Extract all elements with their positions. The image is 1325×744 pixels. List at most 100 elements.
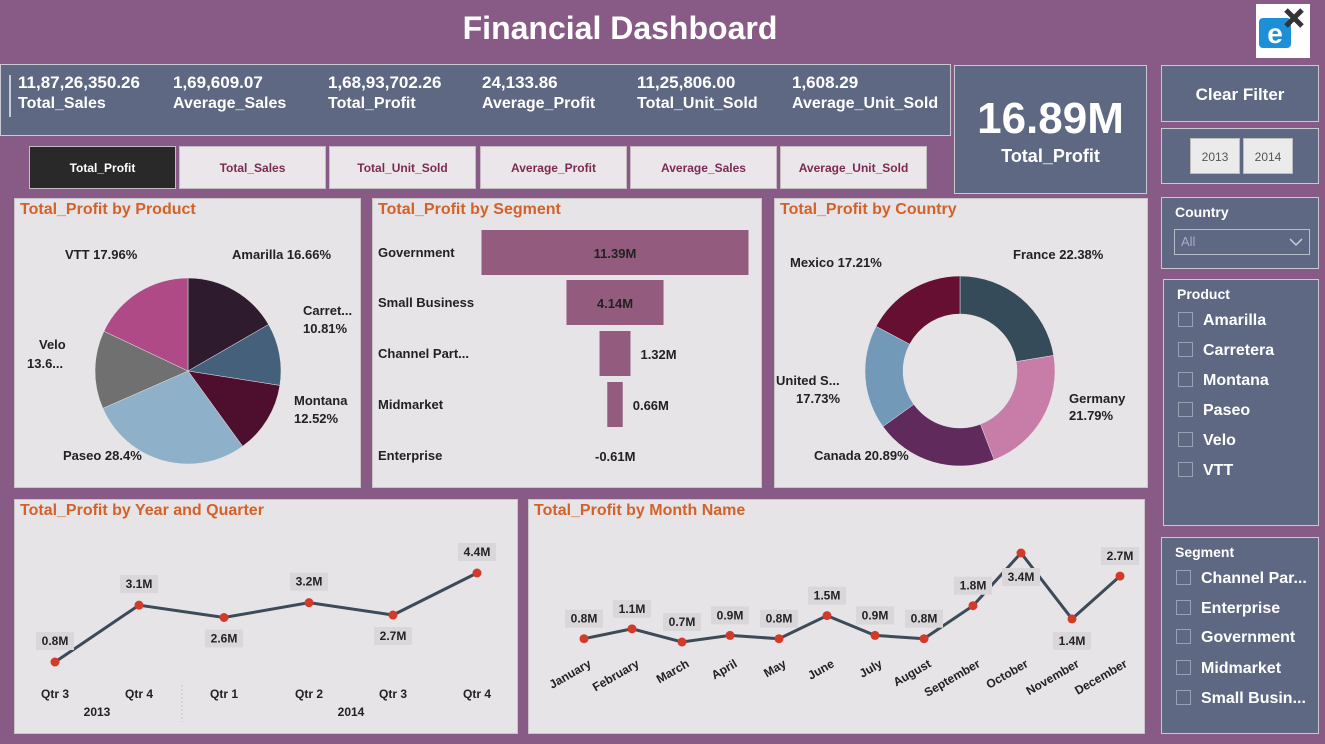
kpi-value: 1,68,93,702.26 xyxy=(328,73,442,92)
product-option-amarilla[interactable]: Amarilla xyxy=(1178,312,1266,330)
data-point xyxy=(304,598,314,608)
data-label: 0.8M xyxy=(766,612,793,626)
product-option-paseo[interactable]: Paseo xyxy=(1178,402,1250,420)
checkbox[interactable] xyxy=(1176,629,1191,644)
checkbox[interactable] xyxy=(1176,690,1191,705)
checkbox[interactable] xyxy=(1176,570,1191,585)
kpi-label: Total_Sales xyxy=(18,95,106,112)
checkbox[interactable] xyxy=(1178,432,1193,447)
data-label: 1.8M xyxy=(960,579,987,593)
dropdown-value: All xyxy=(1181,234,1196,249)
slice-label: France 22.38% xyxy=(1013,247,1104,262)
segment-option-small-business[interactable]: Small Busin... xyxy=(1176,690,1306,708)
measure-button-total-profit[interactable]: Total_Profit xyxy=(29,146,176,189)
kpi-strip: 11,87,26,350.26 Total_Sales 1,69,609.07 Av… xyxy=(0,64,951,136)
axis-tick-label: July xyxy=(857,656,885,680)
measure-button-total-unit-sold[interactable]: Total_Unit_Sold xyxy=(329,146,476,189)
month-line-chart: 0.8M 1.1M 0.7M 0.9M 0.8M 1.5M 0.9M 0.8M 1.8M 3.4M… xyxy=(547,547,1139,700)
data-label: 0.7M xyxy=(669,615,696,629)
option-label: VTT xyxy=(1203,462,1234,479)
brand-logo: e xyxy=(1256,4,1310,58)
segment-option-government[interactable]: Government xyxy=(1176,629,1295,647)
measure-button-average-profit[interactable]: Average_Profit xyxy=(480,146,627,189)
product-option-velo[interactable]: Velo xyxy=(1178,432,1236,450)
bar xyxy=(607,382,623,427)
country-dropdown[interactable]: All xyxy=(1174,229,1310,255)
data-point xyxy=(579,634,589,644)
axis-tick-label: January xyxy=(547,656,594,691)
kpi-total-sales: 11,87,26,350.26 Total_Sales xyxy=(18,73,140,113)
axis-tick-label: Qtr 3 xyxy=(379,687,407,701)
data-point xyxy=(50,657,60,667)
data-label: 0.9M xyxy=(862,608,889,622)
axis-tick-label: November xyxy=(1024,656,1082,698)
year-button-2014[interactable]: 2014 xyxy=(1243,138,1293,174)
category-label: Midmarket xyxy=(378,397,444,412)
slice-label: Germany xyxy=(1069,391,1126,406)
kpi-value: 1,608.29 xyxy=(792,73,859,92)
measure-button-average-unit-sold[interactable]: Average_Unit_Sold xyxy=(780,146,927,189)
slice-label: 21.79% xyxy=(1069,408,1114,423)
axis-tick-label: Qtr 4 xyxy=(125,687,153,701)
checkbox[interactable] xyxy=(1178,372,1193,387)
data-label: 2.7M xyxy=(380,629,407,643)
segment-option-midmarket[interactable]: Midmarket xyxy=(1176,660,1281,678)
measure-button-total-sales[interactable]: Total_Sales xyxy=(179,146,326,189)
checkbox[interactable] xyxy=(1178,402,1193,417)
kpi-label: Average_Sales xyxy=(173,95,287,112)
data-label: 0.9M xyxy=(717,608,744,622)
slicer-title: Country xyxy=(1175,204,1229,220)
clear-filter-button[interactable]: Clear Filter xyxy=(1161,65,1319,122)
country-donut-panel: Total_Profit by Country France 22.38% Ger… xyxy=(774,198,1148,488)
slice-label: 12.52% xyxy=(294,411,339,426)
bar xyxy=(599,331,631,376)
data-label: 3.1M xyxy=(126,577,153,591)
checkbox[interactable] xyxy=(1178,312,1193,327)
data-label: 4.14M xyxy=(597,296,633,311)
year-slicer: 2013 2014 xyxy=(1161,128,1319,184)
chart-title: Total_Profit by Country xyxy=(780,201,957,218)
axis-tick-label: May xyxy=(761,656,788,680)
data-point xyxy=(822,611,832,621)
checkbox[interactable] xyxy=(1176,600,1191,615)
series-line xyxy=(54,571,478,664)
data-point xyxy=(219,613,229,622)
option-label: Government xyxy=(1201,629,1296,646)
slicer-title: Segment xyxy=(1175,544,1235,560)
country-donut-chart: France 22.38% Germany 21.79% Canada 20.89% U… xyxy=(776,247,1126,467)
option-label: Montana xyxy=(1203,372,1269,389)
pie-slice-germany xyxy=(980,355,1056,461)
option-label: Channel Par... xyxy=(1201,570,1307,587)
product-option-vtt[interactable]: VTT xyxy=(1178,462,1233,480)
checkbox[interactable] xyxy=(1178,462,1193,477)
chart-title: Total_Profit by Month Name xyxy=(534,502,746,519)
card-label: Total_Profit xyxy=(1001,146,1100,166)
axis-tick-label: Qtr 3 xyxy=(41,687,69,701)
data-point xyxy=(134,600,144,610)
data-point xyxy=(1016,548,1026,558)
slice-label: Mexico 17.21% xyxy=(790,255,882,270)
product-pie-panel: Total_Profit by Product Amarilla 16.66% C… xyxy=(14,198,361,488)
checkbox[interactable] xyxy=(1176,660,1191,675)
axis-tick-label: September xyxy=(922,656,983,699)
category-label: Government xyxy=(378,245,455,260)
option-label: Carretera xyxy=(1203,342,1275,359)
option-label: Small Busin... xyxy=(1201,690,1306,707)
data-label: 3.4M xyxy=(1008,570,1035,584)
kpi-value: 11,87,26,350.26 xyxy=(18,73,140,92)
product-option-carretera[interactable]: Carretera xyxy=(1178,342,1274,360)
year-button-2013[interactable]: 2013 xyxy=(1190,138,1240,174)
segment-option-channel-partners[interactable]: Channel Par... xyxy=(1176,570,1307,588)
data-point xyxy=(1067,614,1077,624)
slicer-title: Product xyxy=(1177,286,1230,302)
data-point xyxy=(870,630,880,640)
measure-button-average-sales[interactable]: Average_Sales xyxy=(630,146,777,189)
kpi-label: Total_Unit_Sold xyxy=(637,95,758,112)
data-point xyxy=(725,630,735,640)
kpi-average-sales: 1,69,609.07 Average_Sales xyxy=(173,73,286,113)
kpi-value: 24,133.86 xyxy=(482,73,558,92)
segment-option-enterprise[interactable]: Enterprise xyxy=(1176,600,1280,618)
checkbox[interactable] xyxy=(1178,342,1193,357)
data-label: 1.5M xyxy=(814,589,841,603)
product-option-montana[interactable]: Montana xyxy=(1178,372,1269,390)
